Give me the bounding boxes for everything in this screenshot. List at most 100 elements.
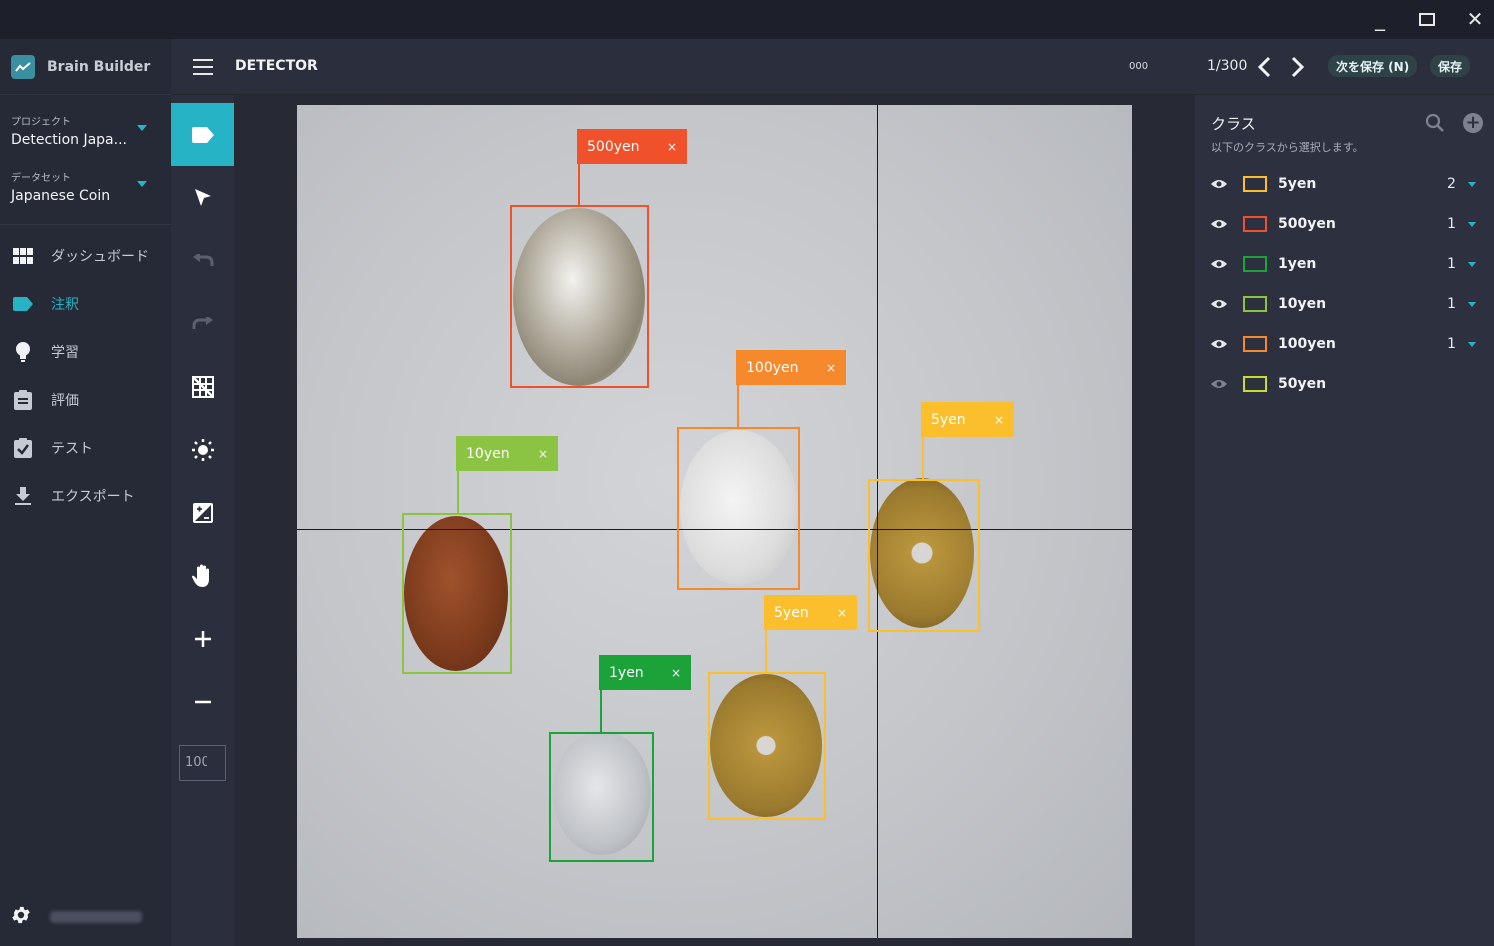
clipboard-check-icon [12,437,34,459]
search-button[interactable] [1425,113,1445,137]
image-counter: 1/300 [1207,58,1248,74]
class-row[interactable]: 1yen 1 [1195,244,1494,284]
coin-image[interactable]: 500yen × 100yen × 10yen × 5yen × 5yen × [297,105,1132,938]
bounding-box-5yen[interactable] [708,672,826,820]
search-icon [1425,113,1444,132]
close-icon[interactable]: × [667,140,677,154]
annotation-label: 500yen [587,138,640,155]
class-name: 5yen [1278,176,1317,192]
tag-connector [922,436,924,480]
download-icon [12,485,34,507]
cursor-icon [194,188,211,206]
nav-label: ダッシュボード [51,249,149,265]
nav-label: 学習 [51,345,79,361]
add-class-button[interactable]: + [1463,113,1483,133]
close-button[interactable]: ✕ [1461,6,1489,32]
chevron-down-icon[interactable] [1468,342,1476,347]
gear-icon [10,904,32,930]
class-row[interactable]: 50yen [1195,364,1494,404]
brand-name: Brain Builder [47,58,151,75]
grid-toggle-tool[interactable] [171,355,234,418]
nav-dashboard[interactable]: ダッシュボード [0,236,171,276]
bounding-box-10yen[interactable] [402,513,512,674]
pan-tool[interactable] [171,544,234,607]
bounding-box-500yen[interactable] [510,205,649,388]
tag-connector [457,470,459,514]
project-selector[interactable]: プロジェクト Detection Japa... [0,113,171,148]
label-tool[interactable] [171,103,234,166]
redo-button[interactable] [171,292,234,355]
close-icon[interactable]: × [826,361,836,375]
chevron-down-icon[interactable] [1468,222,1476,227]
class-row[interactable]: 100yen 1 [1195,324,1494,364]
title-bar: _ ✕ [0,0,1494,39]
nav-evaluation[interactable]: 評価 [0,380,171,420]
nav-export[interactable]: エクスポート [0,476,171,516]
annotation-tag[interactable]: 1yen × [599,655,691,690]
maximize-icon [1419,12,1435,26]
chevron-down-icon [137,181,147,187]
prev-image-button[interactable] [1255,55,1275,79]
brand-logo-icon [11,54,35,79]
annotation-tag[interactable]: 5yen × [921,402,1014,437]
annotation-tag[interactable]: 500yen × [577,129,687,164]
zoom-value: 100 [185,755,207,770]
nav-annotation[interactable]: 注釈 [0,284,171,324]
nav-training[interactable]: 学習 [0,332,171,372]
save-button[interactable]: 保存 [1430,55,1471,77]
class-color-swatch [1243,376,1267,392]
class-row[interactable]: 10yen 1 [1195,284,1494,324]
brand[interactable]: Brain Builder [0,39,171,95]
minimize-button[interactable]: _ [1366,6,1394,32]
grid-off-icon [191,375,214,398]
class-row[interactable]: 500yen 1 [1195,204,1494,244]
chevron-down-icon[interactable] [1468,262,1476,267]
class-row[interactable]: 5yen 2 [1195,164,1494,204]
tag-connector [600,689,602,733]
eye-icon[interactable] [1211,295,1227,317]
bounding-box-1yen[interactable] [549,732,654,862]
nav-test[interactable]: テスト [0,428,171,468]
contrast-tool[interactable] [171,481,234,544]
eye-icon[interactable] [1211,175,1227,197]
annotation-label: 10yen [466,445,510,462]
eye-icon[interactable] [1211,375,1227,397]
tag-connector [578,162,580,206]
close-icon[interactable]: × [994,413,1004,427]
class-count: 2 [1447,176,1456,192]
annotation-tag[interactable]: 100yen × [736,350,846,385]
bounding-box-100yen[interactable] [677,427,800,590]
zoom-in-button[interactable] [171,607,234,670]
annotation-canvas[interactable]: 500yen × 100yen × 10yen × 5yen × 5yen × [234,95,1195,946]
brightness-tool[interactable] [171,418,234,481]
chevron-down-icon[interactable] [1468,302,1476,307]
user-menu[interactable] [10,904,142,930]
undo-icon [192,253,213,266]
eye-icon[interactable] [1211,255,1227,277]
bounding-box-5yen[interactable] [868,479,980,632]
zoom-input[interactable]: 100 [179,745,226,781]
maximize-button[interactable] [1413,6,1441,32]
nav-label: 注釈 [51,297,79,313]
lightbulb-icon [12,341,34,363]
next-image-button[interactable] [1287,55,1307,79]
close-icon[interactable]: × [837,606,847,620]
user-name-blurred [50,911,142,923]
nav-label: テスト [51,441,93,457]
undo-button[interactable] [171,229,234,292]
select-tool[interactable] [171,166,234,229]
chevron-down-icon[interactable] [1468,182,1476,187]
save-next-button[interactable]: 次を保存 (N) [1328,55,1418,77]
zoom-out-button[interactable] [171,670,234,733]
plus-icon [194,630,211,647]
close-icon[interactable]: × [671,666,681,680]
close-icon[interactable]: × [538,447,548,461]
class-panel: クラス 以下のクラスから選択します。 + 5yen 2 500yen 1 1ye… [1195,95,1494,946]
eye-icon[interactable] [1211,335,1227,357]
menu-icon[interactable] [193,59,213,75]
eye-icon[interactable] [1211,215,1227,237]
annotation-tag[interactable]: 5yen × [764,595,857,630]
annotation-label: 1yen [609,664,644,681]
dataset-selector[interactable]: データセット Japanese Coin [0,169,171,204]
annotation-tag[interactable]: 10yen × [456,436,558,471]
